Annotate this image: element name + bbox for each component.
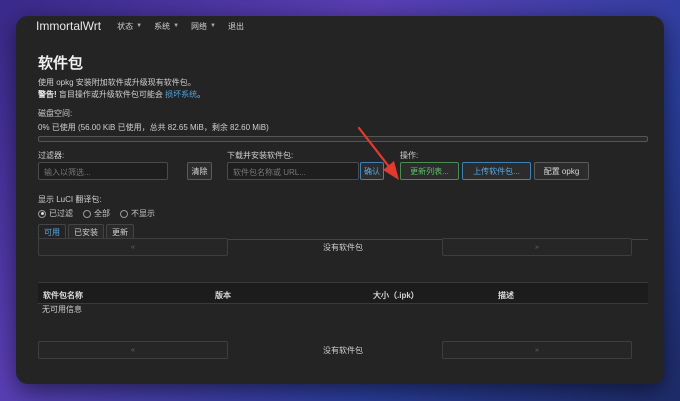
warning-prefix: 警告!: [38, 90, 57, 99]
pager-bottom: « 没有软件包 »: [38, 341, 648, 359]
tab-updates[interactable]: 更新: [106, 224, 134, 239]
navbar: ImmortalWrt 状态 ▼ 系统 ▼ 网络 ▼ 退出: [16, 16, 664, 36]
disk-usage-bar: [38, 136, 648, 142]
empty-table-message: 无可用信息: [42, 305, 82, 314]
disk-space-label: 磁盘空间:: [38, 109, 73, 118]
luci-window: ImmortalWrt 状态 ▼ 系统 ▼ 网络 ▼ 退出 软件包 使用 opkg 安…: [16, 16, 664, 384]
nav-network[interactable]: 网络 ▼: [191, 21, 216, 32]
column-header-size[interactable]: 大小（.ipk）: [373, 290, 419, 301]
description-text: 使用 opkg 安装附加软件或升级现有软件包。: [38, 78, 196, 87]
radio-none-label: 不显示: [131, 209, 155, 218]
update-lists-button[interactable]: 更新列表...: [400, 162, 459, 180]
chevron-down-icon: ▼: [136, 23, 143, 29]
confirm-install-button[interactable]: 确认: [360, 162, 384, 180]
next-page-button[interactable]: »: [442, 238, 632, 256]
chevron-down-icon: ▼: [173, 23, 180, 29]
column-header-version[interactable]: 版本: [215, 290, 231, 301]
nav-status-label: 状态: [117, 21, 134, 31]
filter-input[interactable]: 输入以筛选...: [38, 162, 168, 180]
nav-network-label: 网络: [191, 21, 208, 31]
radio-unselected-icon: [83, 209, 91, 218]
main-content: 软件包 使用 opkg 安装附加软件或升级现有软件包。 警告! 盲目操作或升级软…: [38, 52, 648, 219]
nav-logout-label: 退出: [227, 21, 244, 31]
radio-none[interactable]: 不显示: [120, 208, 155, 219]
warning-text: 盲目操作或升级软件包可能会: [56, 90, 166, 99]
radio-unselected-icon: [120, 209, 128, 218]
radio-filtered[interactable]: 已过滤: [38, 208, 73, 219]
tab-available[interactable]: 可用: [38, 224, 66, 239]
package-table-header: 软件包名称 版本 大小（.ipk） 描述: [38, 282, 648, 304]
upload-package-button[interactable]: 上传软件包...: [462, 162, 531, 180]
tab-installed[interactable]: 已安装: [68, 224, 104, 239]
page-title: 软件包: [38, 55, 84, 72]
nav-system[interactable]: 系统 ▼: [154, 21, 179, 32]
nav-logout[interactable]: 退出: [228, 21, 244, 32]
clear-button[interactable]: 清除: [187, 162, 212, 180]
brand-logo[interactable]: ImmortalWrt: [36, 19, 101, 33]
nav-system-label: 系统: [154, 21, 171, 31]
warning-link[interactable]: 损坏系统: [165, 90, 197, 99]
radio-all-label: 全部: [94, 209, 110, 218]
page-description: 使用 opkg 安装附加软件或升级现有软件包。 警告! 盲目操作或升级软件包可能…: [38, 77, 648, 101]
radio-selected-icon: [38, 209, 46, 218]
nav-status[interactable]: 状态 ▼: [117, 21, 142, 32]
next-page-button[interactable]: »: [442, 341, 632, 359]
column-header-description[interactable]: 描述: [498, 290, 514, 301]
warning-line: 警告! 盲目操作或升级软件包可能会 损坏系统。: [38, 89, 648, 101]
luci-translations-label: 显示 LuCI 翻译包:: [38, 195, 102, 204]
pager-top: « 没有软件包 »: [38, 238, 648, 256]
translations-radio-group: 已过滤 全部 不显示: [38, 208, 648, 219]
warning-suffix: 。: [197, 90, 206, 99]
actions-label: 操作:: [400, 151, 419, 160]
radio-filtered-label: 已过滤: [49, 209, 73, 218]
column-header-name[interactable]: 软件包名称: [43, 290, 83, 301]
package-url-input[interactable]: 软件包名称或 URL...: [227, 162, 359, 180]
filter-label: 过滤器:: [38, 151, 65, 160]
chevron-down-icon: ▼: [210, 23, 216, 29]
disk-space-info: 0% 已使用 (56.00 KiB 已使用，总共 82.65 MiB，剩余 82…: [38, 123, 269, 132]
controls-row: 过滤器: 输入以筛选... 清除 下载并安装软件包: 软件包名称或 URL...…: [38, 150, 648, 192]
configure-opkg-button[interactable]: 配置 opkg: [534, 162, 589, 180]
install-label: 下载并安装软件包:: [227, 151, 294, 160]
radio-all[interactable]: 全部: [83, 208, 110, 219]
